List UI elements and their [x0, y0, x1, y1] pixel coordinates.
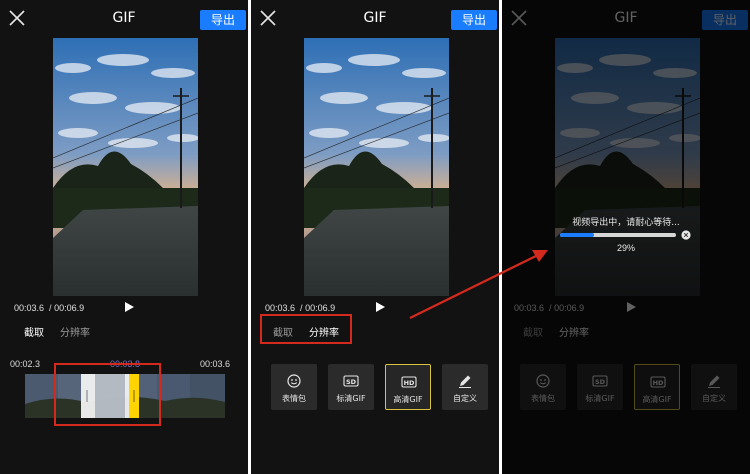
export-progress-bar: [560, 233, 676, 237]
smiley-icon: [287, 374, 301, 388]
play-icon[interactable]: [123, 301, 135, 313]
export-button[interactable]: 导出: [200, 10, 246, 30]
timeline-start-time: 00:02.3: [10, 359, 41, 369]
cancel-export-icon[interactable]: [681, 230, 691, 240]
video-preview: [304, 38, 449, 296]
option-sd-gif[interactable]: SD 标清GIF: [328, 364, 374, 410]
sd-icon: SD: [343, 375, 359, 387]
export-overlay: [502, 0, 750, 474]
option-sticker[interactable]: 表情包: [271, 364, 317, 410]
trim-selection-highlight: [54, 363, 161, 426]
option-custom[interactable]: 自定义: [442, 364, 488, 410]
time-readout: 00:03.6 / 00:06.9: [14, 303, 85, 313]
pencil-icon: [459, 375, 471, 388]
export-progress-message: 视频导出中，请耐心等待...: [572, 218, 680, 228]
export-button[interactable]: 导出: [451, 10, 497, 30]
export-progress-fill: [560, 233, 594, 237]
hd-icon: HD: [401, 376, 417, 388]
video-preview: [53, 38, 198, 296]
svg-text:SD: SD: [346, 378, 357, 386]
export-progress-percent: 29%: [616, 243, 635, 253]
resolution-tab-highlight: [260, 314, 352, 344]
time-readout: 00:03.6 / 00:06.9: [265, 303, 336, 313]
top-bar: GIF 导出: [0, 0, 248, 40]
gif-editor-resolution-panel: GIF 导出 00:03.6 / 00:06.9 截取 分辨率 表情包 SD 标…: [251, 0, 499, 474]
option-label: 标清GIF: [336, 394, 366, 403]
tab-resolution[interactable]: 分辨率: [60, 324, 90, 339]
tab-trim[interactable]: 截取: [24, 324, 44, 339]
option-hd-gif[interactable]: HD 高清GIF: [385, 364, 431, 410]
option-label: 高清GIF: [393, 395, 423, 404]
svg-text:HD: HD: [404, 379, 415, 387]
gif-export-progress-panel: GIF 导出 00:03.6 / 00:06.9 截取 分辨率 表情包 SD: [502, 0, 750, 474]
timeline-end-time: 00:03.6: [200, 359, 231, 369]
top-bar: GIF 导出: [251, 0, 499, 40]
option-label: 表情包: [282, 394, 306, 403]
play-icon[interactable]: [374, 301, 386, 313]
option-label: 自定义: [453, 394, 477, 403]
